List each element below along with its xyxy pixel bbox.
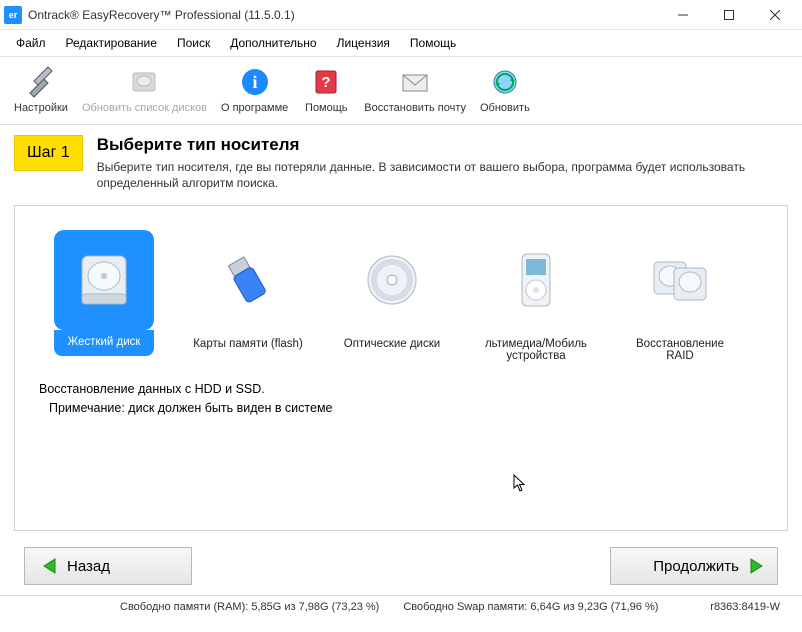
statusbar: Свободно памяти (RAM): 5,85G из 7,98G (7…	[0, 595, 802, 617]
tool-restore-mail[interactable]: Восстановить почту	[358, 63, 472, 116]
mail-icon	[398, 65, 432, 99]
media-hdd[interactable]: Жесткий диск	[49, 230, 159, 356]
media-label: льтимедиа/Мобиль устройства	[481, 338, 591, 362]
help-icon: ?	[309, 65, 343, 99]
tool-label: Обновить список дисков	[82, 102, 207, 114]
back-button[interactable]: Назад	[24, 547, 192, 585]
cursor-icon	[513, 474, 527, 492]
tool-label: Восстановить почту	[364, 102, 466, 114]
ipod-icon	[486, 230, 586, 330]
window-title: Ontrack® EasyRecovery™ Professional (11.…	[28, 8, 660, 22]
step-header: Шаг 1 Выберите тип носителя Выберите тип…	[0, 125, 802, 203]
tool-label: Настройки	[14, 102, 68, 114]
maximize-button[interactable]	[706, 0, 752, 30]
media-flash[interactable]: Карты памяти (flash)	[193, 230, 303, 350]
svg-text:i: i	[252, 72, 257, 92]
tool-label: О программе	[221, 102, 288, 114]
continue-button[interactable]: Продолжить	[610, 547, 778, 585]
menu-license[interactable]: Лицензия	[327, 33, 400, 53]
desc-line2: Примечание: диск должен быть виден в сис…	[39, 399, 769, 418]
step-text: Выберите тип носителя Выберите тип носит…	[97, 135, 788, 191]
tool-label: Помощь	[305, 102, 348, 114]
menu-help[interactable]: Помощь	[400, 33, 466, 53]
step-title: Выберите тип носителя	[97, 135, 788, 155]
menu-advanced[interactable]: Дополнительно	[220, 33, 326, 53]
media-description: Восстановление данных с HDD и SSD. Приме…	[33, 380, 769, 418]
minimize-button[interactable]	[660, 0, 706, 30]
raid-icon	[630, 230, 730, 330]
titlebar: er Ontrack® EasyRecovery™ Professional (…	[0, 0, 802, 30]
menubar: Файл Редактирование Поиск Дополнительно …	[0, 30, 802, 57]
menu-file[interactable]: Файл	[6, 33, 56, 53]
info-icon: i	[238, 65, 272, 99]
tool-help[interactable]: ? Помощь	[296, 63, 356, 116]
close-button[interactable]	[752, 0, 798, 30]
tool-label: Обновить	[480, 102, 530, 114]
wrench-icon	[24, 65, 58, 99]
media-multimedia[interactable]: льтимедиа/Мобиль устройства	[481, 230, 591, 362]
flash-icon	[198, 230, 298, 330]
desc-line1: Восстановление данных с HDD и SSD.	[39, 380, 769, 399]
continue-label: Продолжить	[653, 558, 739, 575]
step-badge: Шаг 1	[14, 135, 83, 171]
back-label: Назад	[67, 558, 110, 575]
toolbar: Настройки Обновить список дисков i О про…	[0, 57, 802, 125]
step-subtitle: Выберите тип носителя, где вы потеряли д…	[97, 159, 788, 191]
hdd-icon	[54, 230, 154, 330]
nav-row: Назад Продолжить	[0, 535, 802, 595]
media-panel: Жесткий диск Карты памяти (flash) Оптиче…	[14, 205, 788, 531]
svg-text:?: ?	[322, 74, 331, 91]
disk-icon	[127, 65, 161, 99]
tool-about[interactable]: i О программе	[215, 63, 294, 116]
media-label: Жесткий диск	[54, 330, 154, 356]
menu-search[interactable]: Поиск	[167, 33, 220, 53]
window-controls	[660, 0, 798, 30]
arrow-left-icon	[41, 557, 59, 575]
media-label: Карты памяти (flash)	[193, 338, 303, 350]
tool-update[interactable]: Обновить	[474, 63, 536, 116]
media-label: Оптические диски	[344, 338, 440, 350]
globe-refresh-icon	[488, 65, 522, 99]
media-optical[interactable]: Оптические диски	[337, 230, 447, 350]
tool-refresh-disks[interactable]: Обновить список дисков	[76, 63, 213, 116]
app-icon: er	[4, 6, 22, 24]
status-swap: Свободно Swap памяти: 6,64G из 9,23G (71…	[403, 601, 658, 613]
media-grid: Жесткий диск Карты памяти (flash) Оптиче…	[33, 230, 769, 362]
tool-settings[interactable]: Настройки	[8, 63, 74, 116]
status-ram: Свободно памяти (RAM): 5,85G из 7,98G (7…	[120, 601, 379, 613]
status-rev: r8363:8419-W	[710, 601, 780, 613]
media-label: Восстановление RAID	[625, 338, 735, 362]
optical-icon	[342, 230, 442, 330]
media-raid[interactable]: Восстановление RAID	[625, 230, 735, 362]
arrow-right-icon	[747, 557, 765, 575]
menu-edit[interactable]: Редактирование	[56, 33, 167, 53]
